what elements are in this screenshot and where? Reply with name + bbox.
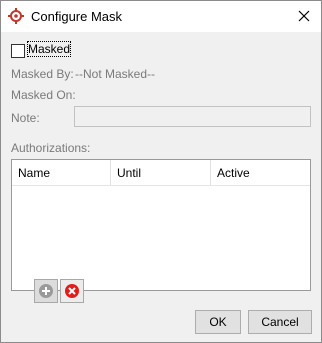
plus-circle-icon	[39, 284, 53, 298]
masked-by-label: Masked By:	[11, 67, 74, 81]
add-authorization-button[interactable]	[34, 279, 58, 303]
authorizations-table[interactable]: Name Until Active	[11, 159, 311, 291]
red-x-circle-icon	[65, 284, 79, 298]
column-header-active[interactable]: Active	[210, 160, 310, 185]
masked-checkbox[interactable]	[11, 44, 25, 58]
column-header-name[interactable]: Name	[12, 160, 110, 185]
target-icon	[8, 8, 24, 24]
window-title: Configure Mask	[31, 9, 123, 24]
close-button[interactable]	[293, 6, 315, 26]
column-header-until[interactable]: Until	[110, 160, 210, 185]
cancel-button[interactable]: Cancel	[248, 310, 312, 334]
note-input[interactable]	[74, 106, 311, 127]
authorizations-label: Authorizations:	[11, 141, 91, 155]
configure-mask-dialog: Configure Mask Masked Masked By: --Not M…	[0, 0, 322, 343]
remove-authorization-button[interactable]	[60, 279, 84, 303]
title-bar: Configure Mask	[1, 1, 321, 32]
ok-button[interactable]: OK	[195, 310, 241, 334]
table-header: Name Until Active	[12, 160, 310, 186]
note-label: Note:	[11, 111, 40, 125]
masked-on-label: Masked On:	[11, 88, 76, 102]
masked-checkbox-label[interactable]: Masked	[26, 41, 72, 57]
masked-by-value: --Not Masked--	[75, 67, 156, 81]
close-icon	[298, 10, 310, 22]
